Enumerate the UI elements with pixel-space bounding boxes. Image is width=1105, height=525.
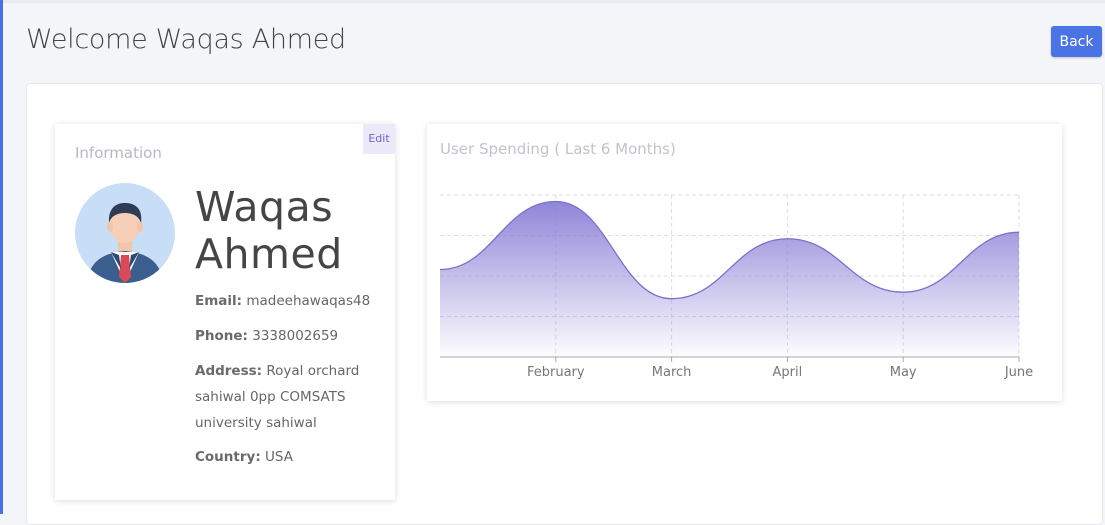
left-accent-bar [0, 0, 3, 514]
profile-first-name: Waqas [195, 183, 334, 231]
spending-area-chart: February March April May June [439, 194, 1033, 380]
address-label: Address: [195, 363, 263, 379]
spending-area-fill [440, 201, 1019, 357]
email-row: Email: madeehawaqas48 [195, 288, 370, 314]
edit-button[interactable]: Edit [363, 124, 395, 154]
phone-row: Phone: 3338002659 [195, 323, 338, 349]
phone-value: 3338002659 [252, 328, 339, 344]
phone-label: Phone: [195, 328, 248, 344]
email-label: Email: [195, 293, 243, 309]
country-label: Country: [195, 449, 261, 465]
x-tick-label: April [773, 365, 803, 380]
x-tick-label: June [1004, 365, 1033, 380]
x-tick-label: May [890, 365, 917, 380]
businessman-avatar-icon [75, 183, 175, 283]
address-row: Address: Royal orchard sahiwal 0pp COMSA… [195, 358, 385, 436]
x-tick-label: March [652, 365, 692, 380]
country-row: Country: USA [195, 444, 293, 470]
user-spending-card: User Spending ( Last 6 Months) February M… [427, 124, 1062, 401]
country-value: USA [265, 449, 293, 465]
information-title: Information [75, 144, 162, 162]
profile-last-name: Ahmed [195, 230, 343, 278]
email-value: madeehawaqas48 [246, 293, 371, 309]
page-title: Welcome Waqas Ahmed [26, 24, 346, 55]
back-button[interactable]: Back [1051, 26, 1102, 57]
information-card: Information Edit Waqas Ahmed Email: made… [55, 124, 395, 500]
top-bar [3, 0, 1105, 3]
x-tick-label: February [527, 365, 585, 380]
